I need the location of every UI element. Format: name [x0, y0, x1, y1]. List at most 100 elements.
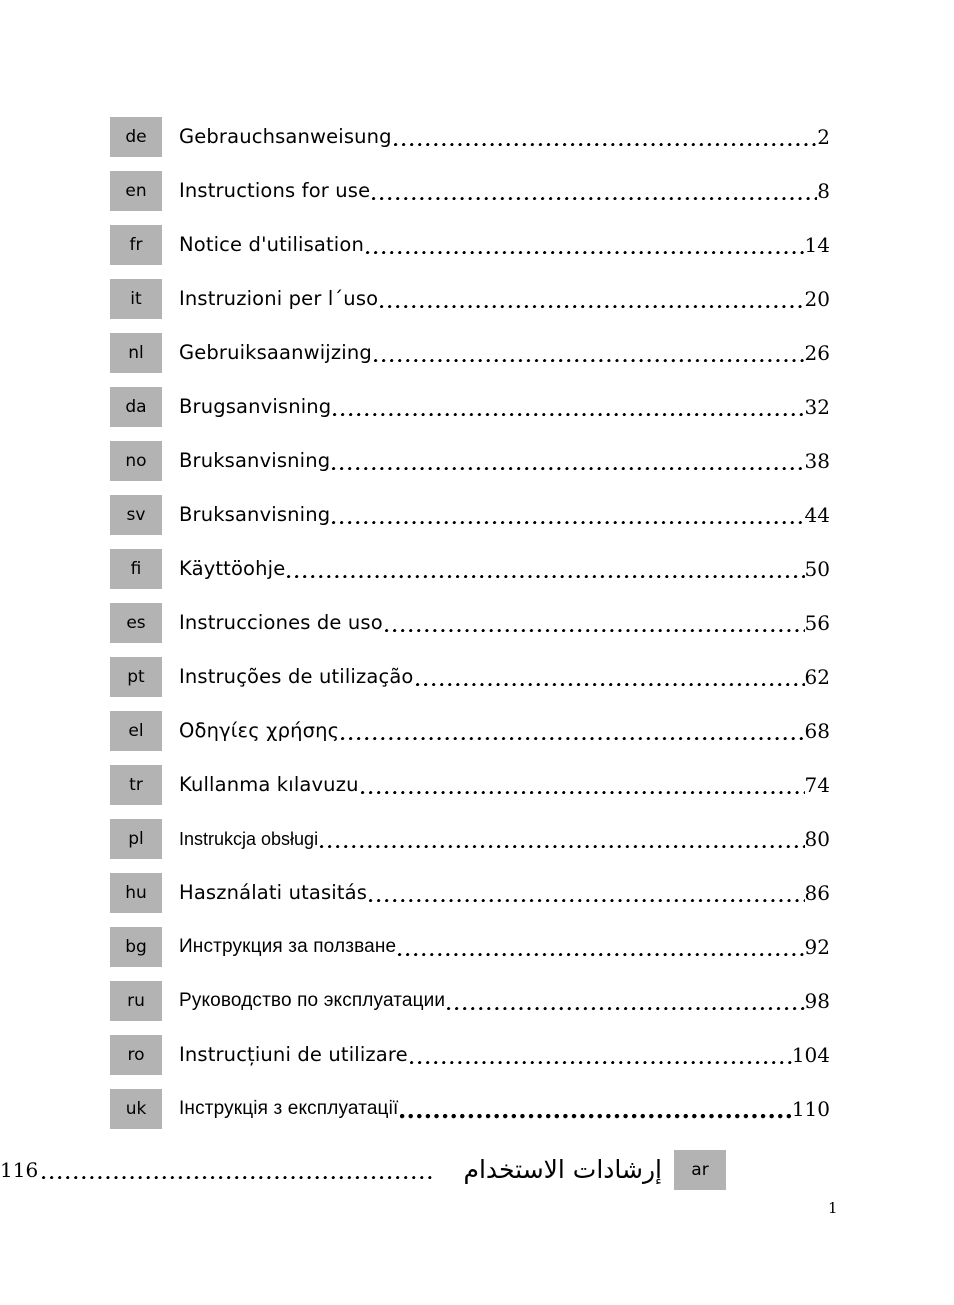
toc-entry: Інструкція з експлуатації 110 — [179, 1089, 830, 1129]
page-number-de: 2 — [817, 125, 830, 149]
lang-badge-de: de — [110, 117, 162, 157]
page-number-ru: 98 — [804, 989, 830, 1013]
toc-entry: Οδηγίες χρήσης 68 — [179, 711, 830, 751]
lang-badge-uk: uk — [110, 1089, 162, 1129]
lang-badge-en: en — [110, 171, 162, 211]
toc-title-de: Gebrauchsanweisung — [179, 125, 392, 148]
toc-row[interactable]: da Brugsanvisning 32 — [110, 387, 830, 441]
toc-row[interactable]: nl Gebruiksaanwijzing 26 — [110, 333, 830, 387]
toc-title-pt: Instruções de utilização — [179, 665, 414, 688]
toc-entry: Bruksanvisning 38 — [179, 441, 830, 481]
dot-leader — [360, 765, 805, 805]
toc-row[interactable]: bg Инструкция за ползване 92 — [110, 927, 830, 981]
toc-title-ru: Руководство по эксплуатации — [179, 990, 446, 1011]
page-number-hu: 86 — [804, 881, 830, 905]
page-number-tr: 74 — [804, 773, 830, 797]
lang-badge-hu: hu — [110, 873, 162, 913]
toc-title-uk: Інструкція з експлуатації — [179, 1098, 399, 1119]
toc-title-es: Instrucciones de uso — [179, 611, 383, 634]
toc-title-fi: Käyttöohje — [179, 557, 286, 580]
toc-entry: Instrucțiuni de utilizare 104 — [179, 1035, 830, 1075]
dot-leader — [393, 117, 818, 157]
page-number-es: 56 — [804, 611, 830, 635]
page-folio: 1 — [828, 1199, 838, 1217]
page-number-uk: 110 — [791, 1097, 830, 1121]
toc-title-bg: Инструкция за ползване — [179, 936, 397, 957]
toc-title-hu: Használati utasitás — [179, 881, 368, 904]
toc-row[interactable]: es Instrucciones de uso 56 — [110, 603, 830, 657]
toc-row[interactable]: pt Instruções de utilização 62 — [110, 657, 830, 711]
toc-row[interactable]: no Bruksanvisning 38 — [110, 441, 830, 495]
lang-badge-tr: tr — [110, 765, 162, 805]
toc-row[interactable]: fi Käyttöohje 50 — [110, 549, 830, 603]
toc-entry: Instruções de utilização 62 — [179, 657, 830, 697]
page-number-fr: 14 — [804, 233, 830, 257]
dot-leader — [372, 171, 818, 211]
lang-badge-fr: fr — [110, 225, 162, 265]
dot-leader — [380, 279, 805, 319]
lang-badge-fi: fi — [110, 549, 162, 589]
toc-row[interactable]: fr Notice d'utilisation 14 — [110, 225, 830, 279]
dot-leader — [365, 225, 805, 265]
toc-row[interactable]: tr Kullanma kılavuzu 74 — [110, 765, 830, 819]
table-of-contents: de Gebrauchsanweisung 2 en Instructions for … — [110, 117, 830, 1143]
dot-leader — [341, 711, 805, 751]
toc-row-ar[interactable]: ar إرشادات الاستخدام 116 — [0, 1150, 726, 1194]
toc-title-tr: Kullanma kılavuzu — [179, 773, 359, 796]
toc-row[interactable]: de Gebrauchsanweisung 2 — [110, 117, 830, 171]
toc-title-pl: Instrukcja obsługi — [179, 829, 319, 849]
toc-row[interactable]: hu Használati utasitás 86 — [110, 873, 830, 927]
dot-leader — [320, 819, 805, 859]
lang-badge-da: da — [110, 387, 162, 427]
page-number-ro: 104 — [791, 1043, 830, 1067]
page-number-nl: 26 — [804, 341, 830, 365]
toc-entry: Gebruiksaanwijzing 26 — [179, 333, 830, 373]
page-number-el: 68 — [804, 719, 830, 743]
toc-page: { "page": { "folio": "1", "badge_color":… — [0, 0, 954, 1305]
toc-entry: Használati utasitás 86 — [179, 873, 830, 913]
toc-entry: Instrucciones de uso 56 — [179, 603, 830, 643]
dot-leader — [400, 1089, 792, 1129]
lang-badge-bg: bg — [110, 927, 162, 967]
lang-badge-pt: pt — [110, 657, 162, 697]
page-number-it: 20 — [804, 287, 830, 311]
page-number-bg: 92 — [804, 935, 830, 959]
lang-badge-ro: ro — [110, 1035, 162, 1075]
toc-entry: Instructions for use 8 — [179, 171, 830, 211]
toc-entry: Instrukcja obsługi 80 — [179, 819, 830, 859]
lang-badge-no: no — [110, 441, 162, 481]
lang-badge-el: el — [110, 711, 162, 751]
page-number-en: 8 — [817, 179, 830, 203]
page-number-pt: 62 — [804, 665, 830, 689]
lang-badge-sv: sv — [110, 495, 162, 535]
lang-badge-ar: ar — [674, 1150, 726, 1190]
page-number-sv: 44 — [804, 503, 830, 527]
toc-row[interactable]: en Instructions for use 8 — [110, 171, 830, 225]
toc-row[interactable]: uk Інструкція з експлуатації 110 — [110, 1089, 830, 1143]
toc-entry: Notice d'utilisation 14 — [179, 225, 830, 265]
toc-row[interactable]: ru Руководство по эксплуатации 98 — [110, 981, 830, 1035]
dot-leader — [332, 441, 805, 481]
toc-row[interactable]: el Οδηγίες χρήσης 68 — [110, 711, 830, 765]
dot-leader — [373, 333, 805, 373]
toc-row[interactable]: sv Bruksanvisning 44 — [110, 495, 830, 549]
page-number-pl: 80 — [804, 827, 830, 851]
toc-entry: Kullanma kılavuzu 74 — [179, 765, 830, 805]
page-number-no: 38 — [804, 449, 830, 473]
toc-title-nl: Gebruiksaanwijzing — [179, 341, 372, 364]
lang-badge-it: it — [110, 279, 162, 319]
dot-leader-ar — [42, 1150, 436, 1190]
toc-row[interactable]: pl Instrukcja obsługi 80 — [110, 819, 830, 873]
toc-title-el: Οδηγίες χρήσης — [179, 719, 340, 742]
toc-entry: Instruzioni per l´uso 20 — [179, 279, 830, 319]
toc-entry: Gebrauchsanweisung 2 — [179, 117, 830, 157]
toc-row[interactable]: it Instruzioni per l´uso 20 — [110, 279, 830, 333]
toc-entry: Инструкция за ползване 92 — [179, 927, 830, 967]
toc-row[interactable]: ro Instrucțiuni de utilizare 104 — [110, 1035, 830, 1089]
toc-title-en: Instructions for use — [179, 179, 371, 202]
lang-badge-es: es — [110, 603, 162, 643]
page-number-fi: 50 — [804, 557, 830, 581]
dot-leader — [369, 873, 805, 913]
dot-leader — [398, 927, 805, 967]
page-number-da: 32 — [804, 395, 830, 419]
